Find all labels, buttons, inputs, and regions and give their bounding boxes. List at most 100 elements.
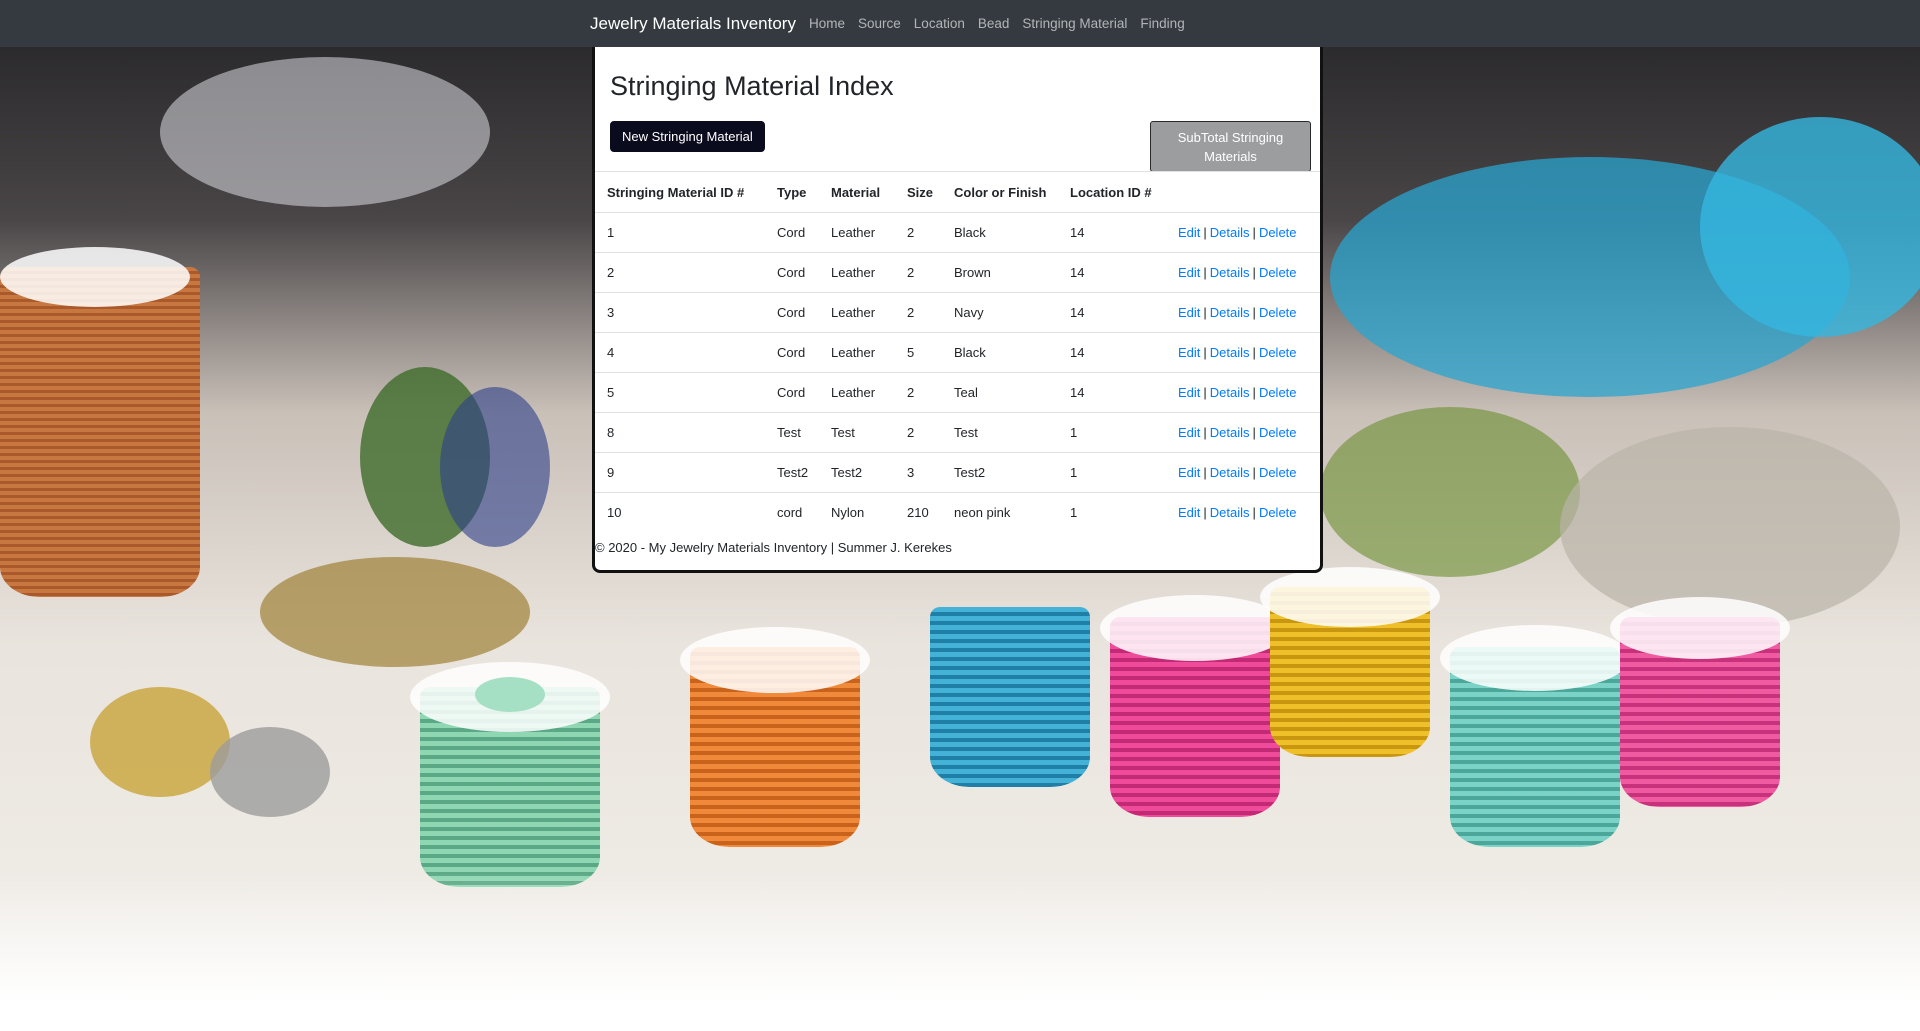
cell-material: Leather bbox=[819, 332, 895, 373]
action-separator: | bbox=[1203, 265, 1207, 280]
nav-link-bead[interactable]: Bead bbox=[978, 16, 1010, 31]
action-separator: | bbox=[1252, 305, 1256, 320]
cell-color: Teal bbox=[942, 372, 1058, 413]
action-separator: | bbox=[1203, 225, 1207, 240]
cell-material: Test bbox=[819, 412, 895, 453]
column-header-material: Material bbox=[819, 171, 895, 213]
cell-color: neon pink bbox=[954, 505, 1011, 520]
subtotal-stringing-materials-button[interactable]: SubTotal Stringing Materials bbox=[1150, 121, 1311, 172]
cell-id: 3 bbox=[595, 292, 765, 333]
cell-size: 2 bbox=[895, 412, 942, 453]
cell-id: 4 bbox=[595, 332, 765, 373]
details-link[interactable]: Details bbox=[1210, 385, 1250, 400]
cell-type: cord bbox=[777, 505, 803, 520]
nav-links: Home Source Location Bead Stringing Mate… bbox=[809, 0, 1198, 47]
cell-size: 3 bbox=[895, 452, 942, 493]
top-navbar: Jewelry Materials Inventory Home Source … bbox=[0, 0, 1920, 47]
edit-link[interactable]: Edit bbox=[1178, 465, 1200, 480]
edit-link[interactable]: Edit bbox=[1178, 425, 1200, 440]
action-separator: | bbox=[1252, 465, 1256, 480]
cell-material: Leather bbox=[819, 212, 895, 253]
cell-size: 2 bbox=[895, 212, 942, 253]
cell-size: 2 bbox=[895, 252, 942, 293]
action-separator: | bbox=[1252, 225, 1256, 240]
column-header-size: Size bbox=[895, 171, 942, 213]
cell-location-id: 14 bbox=[1058, 292, 1166, 333]
table-header-row: Stringing Material ID # Type Material Si… bbox=[595, 171, 1320, 213]
delete-link[interactable]: Delete bbox=[1259, 305, 1297, 320]
cell-location-id: 14 bbox=[1058, 332, 1166, 373]
cell-material: Test2 bbox=[819, 452, 895, 493]
delete-link[interactable]: Delete bbox=[1259, 265, 1297, 280]
cell-color: Brown bbox=[942, 252, 1058, 293]
nav-link-location[interactable]: Location bbox=[914, 16, 965, 31]
cell-location-id: 14 bbox=[1058, 212, 1166, 253]
delete-link[interactable]: Delete bbox=[1259, 425, 1297, 440]
delete-link[interactable]: Delete bbox=[1259, 505, 1297, 520]
details-link[interactable]: Details bbox=[1210, 465, 1250, 480]
column-header-actions bbox=[1166, 171, 1320, 213]
details-link[interactable]: Details bbox=[1210, 225, 1250, 240]
cell-type: Test bbox=[765, 412, 819, 453]
edit-link[interactable]: Edit bbox=[1178, 225, 1200, 240]
cell-material: Leather bbox=[819, 372, 895, 413]
action-separator: | bbox=[1203, 345, 1207, 360]
table-row: 9 Test2 Test2 3 Test2 1 Edit | Details | Del… bbox=[595, 452, 1320, 493]
action-separator: | bbox=[1203, 505, 1207, 520]
nav-link-finding[interactable]: Finding bbox=[1140, 16, 1184, 31]
action-separator: | bbox=[1203, 465, 1207, 480]
cell-location-id: 14 bbox=[1058, 372, 1166, 413]
cell-material: Nylon bbox=[831, 505, 865, 520]
delete-link[interactable]: Delete bbox=[1259, 225, 1297, 240]
cell-id: 5 bbox=[595, 372, 765, 413]
cell-location-id: 14 bbox=[1058, 252, 1166, 293]
action-separator: | bbox=[1203, 385, 1207, 400]
edit-link[interactable]: Edit bbox=[1178, 505, 1200, 520]
nav-link-home[interactable]: Home bbox=[809, 16, 845, 31]
nav-link-source[interactable]: Source bbox=[858, 16, 901, 31]
table-row: 8 Test Test 2 Test 1 Edit | Details | Delete bbox=[595, 412, 1320, 453]
edit-link[interactable]: Edit bbox=[1178, 305, 1200, 320]
details-link[interactable]: Details bbox=[1210, 305, 1250, 320]
cell-size: 5 bbox=[895, 332, 942, 373]
details-link[interactable]: Details bbox=[1210, 505, 1250, 520]
edit-link[interactable]: Edit bbox=[1178, 385, 1200, 400]
cell-color: Black bbox=[942, 212, 1058, 253]
edit-link[interactable]: Edit bbox=[1178, 265, 1200, 280]
cell-type: Cord bbox=[765, 292, 819, 333]
action-separator: | bbox=[1252, 385, 1256, 400]
cell-type: Cord bbox=[765, 332, 819, 373]
cell-id: 8 bbox=[595, 412, 765, 453]
cell-type: Test2 bbox=[765, 452, 819, 493]
cell-type: Cord bbox=[765, 252, 819, 293]
cell-location-id: 1 bbox=[1058, 452, 1166, 493]
new-stringing-material-button[interactable]: New Stringing Material bbox=[610, 121, 765, 152]
details-link[interactable]: Details bbox=[1210, 265, 1250, 280]
column-header-id: Stringing Material ID # bbox=[595, 171, 765, 213]
table-row: 10 cord Nylon 210 neon pink 1 Edit | Detai… bbox=[595, 493, 1320, 533]
cell-actions: Edit | Details | Delete bbox=[1166, 332, 1320, 373]
cell-actions: Edit | Details | Delete bbox=[1166, 493, 1320, 533]
nav-link-stringing-material[interactable]: Stringing Material bbox=[1022, 16, 1127, 31]
delete-link[interactable]: Delete bbox=[1259, 465, 1297, 480]
delete-link[interactable]: Delete bbox=[1259, 385, 1297, 400]
column-header-color: Color or Finish bbox=[942, 171, 1058, 213]
table-row: 1 Cord Leather 2 Black 14 Edit | Details | D… bbox=[595, 212, 1320, 253]
action-separator: | bbox=[1252, 425, 1256, 440]
cell-location-id: 1 bbox=[1058, 412, 1166, 453]
table-row: 5 Cord Leather 2 Teal 14 Edit | Details | De… bbox=[595, 372, 1320, 413]
cell-actions: Edit | Details | Delete bbox=[1166, 252, 1320, 293]
cell-actions: Edit | Details | Delete bbox=[1166, 212, 1320, 253]
cell-size: 2 bbox=[895, 292, 942, 333]
table-row: 4 Cord Leather 5 Black 14 Edit | Details | D… bbox=[595, 332, 1320, 373]
details-link[interactable]: Details bbox=[1210, 425, 1250, 440]
brand-link[interactable]: Jewelry Materials Inventory bbox=[590, 0, 796, 47]
column-header-type: Type bbox=[765, 171, 819, 213]
action-separator: | bbox=[1252, 345, 1256, 360]
edit-link[interactable]: Edit bbox=[1178, 345, 1200, 360]
action-separator: | bbox=[1203, 425, 1207, 440]
delete-link[interactable]: Delete bbox=[1259, 345, 1297, 360]
cell-material: Leather bbox=[819, 252, 895, 293]
details-link[interactable]: Details bbox=[1210, 345, 1250, 360]
cell-id: 10 bbox=[607, 505, 622, 520]
